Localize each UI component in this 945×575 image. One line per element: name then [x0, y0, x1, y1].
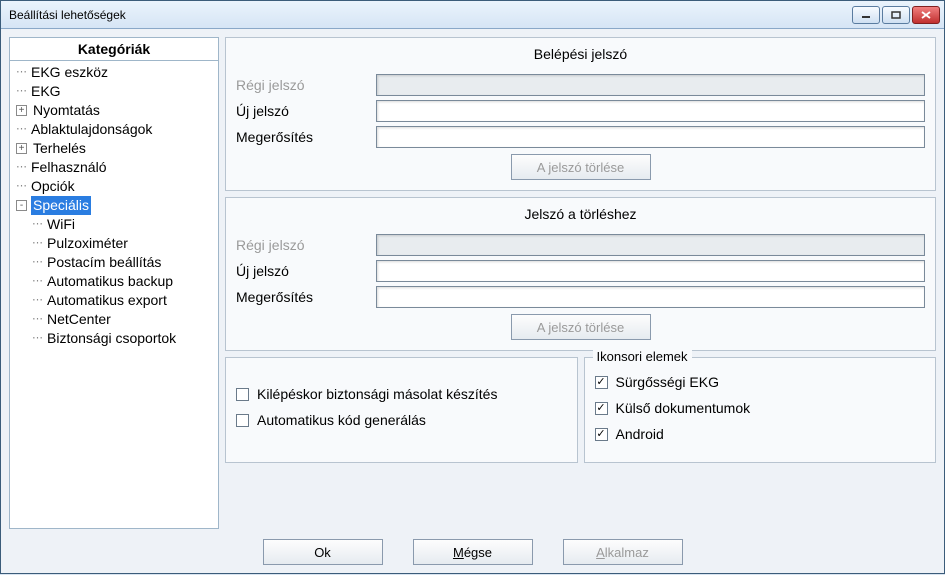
- backup-on-exit-checkbox[interactable]: Kilépéskor biztonsági másolat készítés: [236, 386, 567, 402]
- tree-connector-icon: ⋯: [32, 291, 43, 310]
- confirm-password-input[interactable]: [376, 126, 925, 148]
- tree-node[interactable]: ⋯Automatikus backup: [12, 272, 216, 291]
- login-password-group: Belépési jelszó Régi jelszó Új jelszó Me…: [225, 37, 936, 191]
- dialog-buttons: Ok Mégse Alkalmaz: [9, 535, 936, 567]
- old-password-label: Régi jelszó: [236, 77, 376, 93]
- tree-node-label: Pulzoximéter: [45, 234, 130, 253]
- old-delete-password-input: [376, 234, 925, 256]
- tree-node-label: Terhelés: [31, 139, 88, 158]
- tree-node-label: Postacím beállítás: [45, 253, 163, 272]
- tree-node-label: Speciális: [31, 196, 91, 215]
- tree-node[interactable]: ⋯Pulzoximéter: [12, 234, 216, 253]
- delete-password-group: Jelszó a törléshez Régi jelszó Új jelszó…: [225, 197, 936, 351]
- clear-delete-password-button[interactable]: A jelszó törlése: [511, 314, 651, 340]
- tree-connector-icon: ⋯: [16, 158, 27, 177]
- checkbox-icon: [236, 388, 249, 401]
- checkbox-icon: ✓: [595, 402, 608, 415]
- tree-connector-icon: ⋯: [32, 234, 43, 253]
- tree-node[interactable]: ⋯Ablaktulajdonságok: [12, 120, 216, 139]
- tree-node[interactable]: ⋯EKG eszköz: [12, 63, 216, 82]
- tree-connector-icon: ⋯: [16, 177, 27, 196]
- external-docs-checkbox[interactable]: ✓ Külső dokumentumok: [595, 400, 926, 416]
- checkbox-icon: ✓: [595, 376, 608, 389]
- auto-code-gen-checkbox[interactable]: Automatikus kód generálás: [236, 412, 567, 428]
- iconbar-fieldset: Ikonsori elemek ✓ Sürgősségi EKG ✓ Külső…: [584, 357, 937, 463]
- checkbox-icon: ✓: [595, 428, 608, 441]
- tree-node-label: WiFi: [45, 215, 77, 234]
- iconbar-legend: Ikonsori elemek: [593, 349, 692, 364]
- titlebar: Beállítási lehetőségek: [1, 1, 944, 29]
- tree-node[interactable]: ⋯NetCenter: [12, 310, 216, 329]
- tree-connector-icon: ⋯: [32, 272, 43, 291]
- checkbox-icon: [236, 414, 249, 427]
- collapse-icon[interactable]: -: [16, 200, 27, 211]
- emergency-ekg-checkbox[interactable]: ✓ Sürgősségi EKG: [595, 374, 926, 390]
- tree-node-label: NetCenter: [45, 310, 113, 329]
- external-docs-label: Külső dokumentumok: [616, 400, 751, 416]
- new-delete-password-label: Új jelszó: [236, 263, 376, 279]
- category-tree[interactable]: ⋯EKG eszköz⋯EKG+Nyomtatás⋯Ablaktulajdons…: [10, 61, 218, 528]
- expand-icon[interactable]: +: [16, 105, 27, 116]
- tree-node-label: Felhasználó: [29, 158, 109, 177]
- auto-code-gen-label: Automatikus kód generálás: [257, 412, 426, 428]
- window-title: Beállítási lehetőségek: [9, 8, 852, 22]
- tree-node[interactable]: + Terhelés: [12, 139, 216, 158]
- tree-node-label: Biztonsági csoportok: [45, 329, 178, 348]
- tree-node[interactable]: ⋯Postacím beállítás: [12, 253, 216, 272]
- old-password-input: [376, 74, 925, 96]
- tree-node[interactable]: ⋯Felhasználó: [12, 158, 216, 177]
- tree-node-label: Ablaktulajdonságok: [29, 120, 154, 139]
- android-label: Android: [616, 426, 664, 442]
- close-button[interactable]: [912, 6, 940, 24]
- misc-options-group: Kilépéskor biztonsági másolat készítés A…: [225, 357, 578, 463]
- confirm-delete-password-label: Megerősítés: [236, 289, 376, 305]
- tree-connector-icon: ⋯: [32, 310, 43, 329]
- tree-node-label: Nyomtatás: [31, 101, 102, 120]
- tree-node[interactable]: + Nyomtatás: [12, 101, 216, 120]
- minimize-button[interactable]: [852, 6, 880, 24]
- tree-node[interactable]: ⋯EKG: [12, 82, 216, 101]
- tree-node-label: Automatikus export: [45, 291, 169, 310]
- new-password-input[interactable]: [376, 100, 925, 122]
- tree-connector-icon: ⋯: [32, 215, 43, 234]
- tree-connector-icon: ⋯: [16, 120, 27, 139]
- confirm-password-label: Megerősítés: [236, 129, 376, 145]
- tree-node-label: Automatikus backup: [45, 272, 175, 291]
- login-password-title: Belépési jelszó: [236, 42, 925, 70]
- tree-node-label: EKG: [29, 82, 63, 101]
- tree-node[interactable]: ⋯Automatikus export: [12, 291, 216, 310]
- tree-node-label: Opciók: [29, 177, 77, 196]
- tree-connector-icon: ⋯: [32, 329, 43, 348]
- category-tree-panel: Kategóriák ⋯EKG eszköz⋯EKG+Nyomtatás⋯Abl…: [9, 37, 219, 529]
- backup-on-exit-label: Kilépéskor biztonsági másolat készítés: [257, 386, 497, 402]
- tree-node[interactable]: -Speciális: [12, 196, 216, 215]
- new-password-label: Új jelszó: [236, 103, 376, 119]
- cancel-button[interactable]: Mégse: [413, 539, 533, 565]
- tree-node[interactable]: ⋯Opciók: [12, 177, 216, 196]
- android-checkbox[interactable]: ✓ Android: [595, 426, 926, 442]
- tree-connector-icon: ⋯: [32, 253, 43, 272]
- tree-connector-icon: ⋯: [16, 82, 27, 101]
- emergency-ekg-label: Sürgősségi EKG: [616, 374, 720, 390]
- tree-node[interactable]: ⋯WiFi: [12, 215, 216, 234]
- maximize-button[interactable]: [882, 6, 910, 24]
- apply-button[interactable]: Alkalmaz: [563, 539, 683, 565]
- expand-icon[interactable]: +: [16, 143, 27, 154]
- tree-node[interactable]: ⋯Biztonsági csoportok: [12, 329, 216, 348]
- ok-button[interactable]: Ok: [263, 539, 383, 565]
- new-delete-password-input[interactable]: [376, 260, 925, 282]
- confirm-delete-password-input[interactable]: [376, 286, 925, 308]
- tree-node-label: EKG eszköz: [29, 63, 110, 82]
- clear-login-password-button[interactable]: A jelszó törlése: [511, 154, 651, 180]
- old-delete-password-label: Régi jelszó: [236, 237, 376, 253]
- delete-password-title: Jelszó a törléshez: [236, 202, 925, 230]
- tree-header: Kategóriák: [10, 38, 218, 61]
- tree-connector-icon: ⋯: [16, 63, 27, 82]
